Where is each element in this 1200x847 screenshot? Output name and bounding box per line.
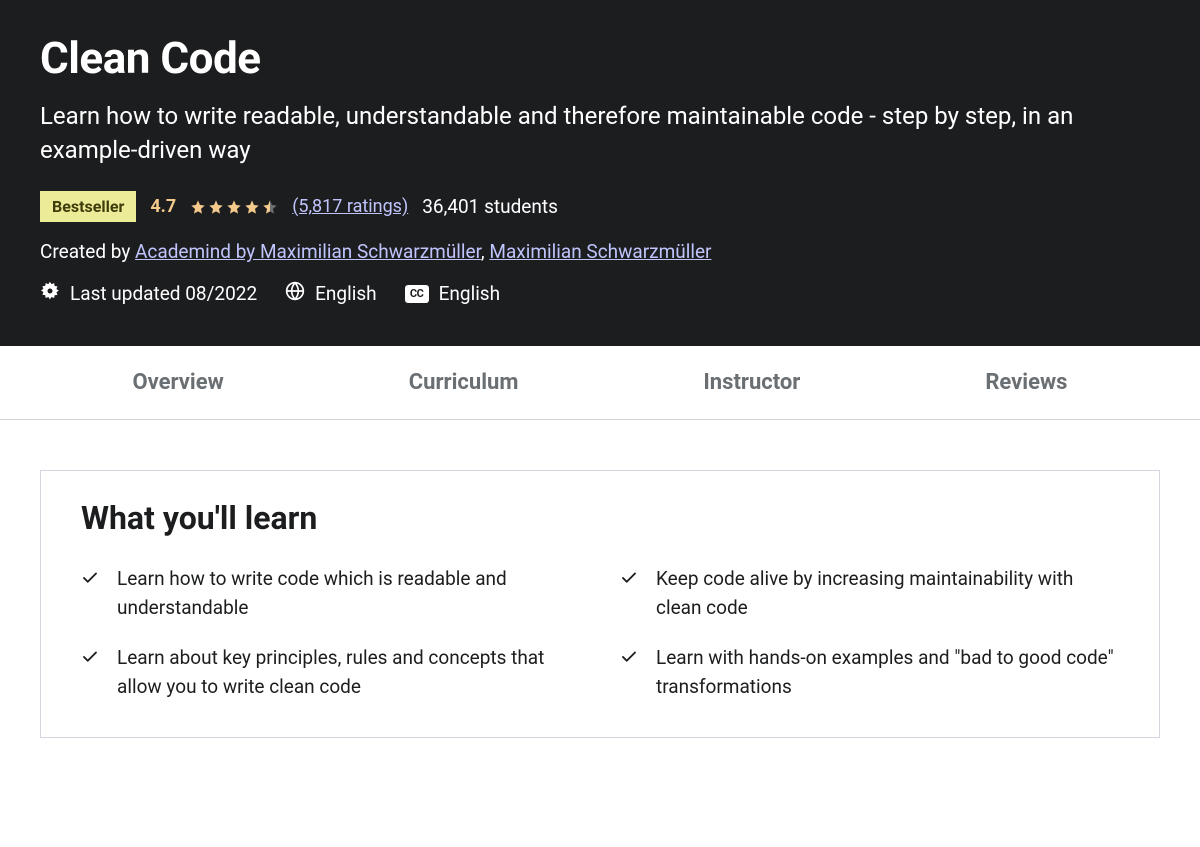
check-icon [620, 648, 638, 666]
creator-link-2[interactable]: Maximilian Schwarzmüller [489, 240, 711, 263]
captions-text: English [439, 282, 500, 305]
learn-item-text: Learn how to write code which is readabl… [117, 565, 580, 622]
tab-reviews[interactable]: Reviews [969, 346, 1083, 419]
language: English [285, 281, 376, 306]
course-title: Clean Code [40, 32, 1160, 84]
last-updated: Last updated 08/2022 [40, 281, 257, 306]
learn-item-text: Learn with hands-on examples and "bad to… [656, 644, 1119, 701]
check-icon [81, 648, 99, 666]
creator-row: Created by Academind by Maximilian Schwa… [40, 240, 1160, 263]
rating-value: 4.7 [150, 196, 176, 217]
tab-curriculum[interactable]: Curriculum [393, 346, 535, 419]
learn-item-text: Learn about key principles, rules and co… [117, 644, 580, 701]
last-updated-text: Last updated 08/2022 [70, 282, 257, 305]
learn-item: Learn how to write code which is readabl… [81, 565, 580, 622]
ratings-link[interactable]: (5,817 ratings) [292, 196, 408, 217]
created-by-label: Created by [40, 240, 135, 263]
what-youll-learn-box: What you'll learn Learn how to write cod… [40, 470, 1160, 738]
tab-instructor[interactable]: Instructor [687, 346, 816, 419]
learn-item: Keep code alive by increasing maintainab… [620, 565, 1119, 622]
check-icon [81, 569, 99, 587]
learn-heading: What you'll learn [81, 499, 1119, 537]
bestseller-badge: Bestseller [40, 191, 136, 222]
language-text: English [315, 282, 376, 305]
learn-item: Learn about key principles, rules and co… [81, 644, 580, 701]
learn-item: Learn with hands-on examples and "bad to… [620, 644, 1119, 701]
cc-icon: CC [405, 285, 429, 303]
learn-item-text: Keep code alive by increasing maintainab… [656, 565, 1119, 622]
stats-row: Bestseller 4.7 (5,817 ratings) 36,401 st… [40, 191, 1160, 222]
tabs-nav: Overview Curriculum Instructor Reviews [0, 346, 1200, 420]
meta-row: Last updated 08/2022 English CC English [40, 281, 1160, 306]
students-count: 36,401 students [422, 195, 558, 218]
creator-link-1[interactable]: Academind by Maximilian Schwarzmüller [135, 240, 481, 263]
learn-grid: Learn how to write code which is readabl… [81, 565, 1119, 701]
captions: CC English [405, 282, 500, 305]
stars-icon [190, 199, 278, 215]
burst-icon [40, 281, 60, 306]
course-hero: Clean Code Learn how to write readable, … [0, 0, 1200, 346]
content-section: What you'll learn Learn how to write cod… [0, 420, 1200, 788]
tab-overview[interactable]: Overview [116, 346, 239, 419]
course-subtitle: Learn how to write readable, understanda… [40, 100, 1160, 167]
globe-icon [285, 281, 305, 306]
check-icon [620, 569, 638, 587]
